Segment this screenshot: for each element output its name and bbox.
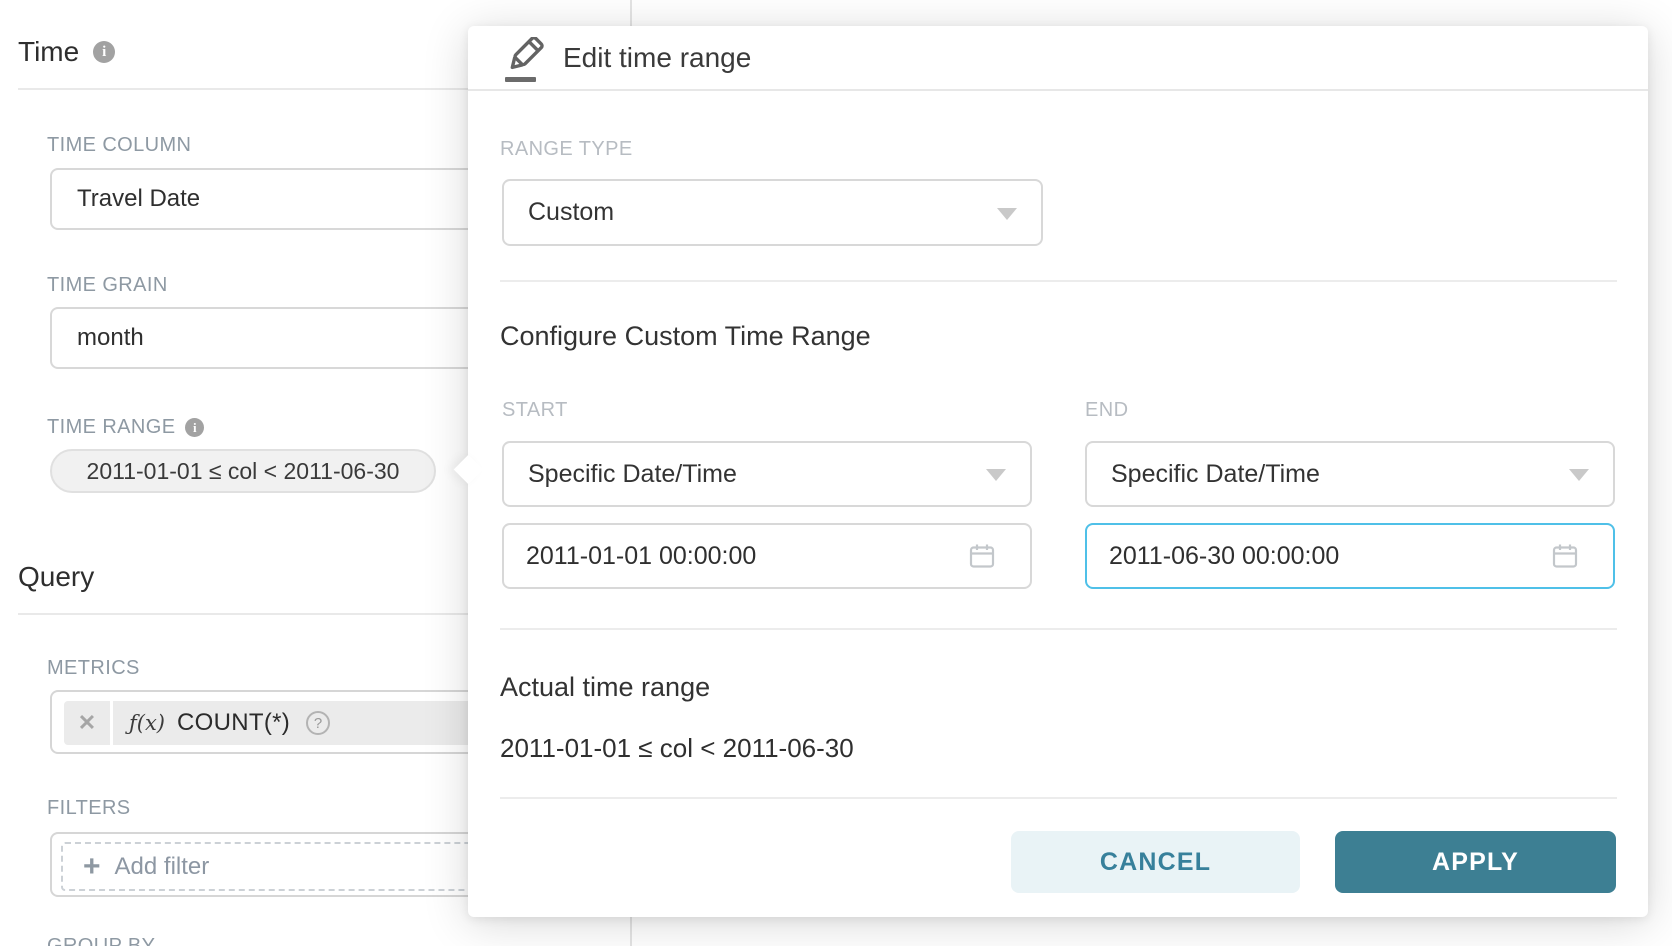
- time-range-label: TIME RANGE i: [47, 416, 204, 439]
- modal-divider: [500, 628, 1617, 630]
- cancel-button[interactable]: CANCEL: [1011, 831, 1300, 893]
- end-label: END: [1085, 399, 1128, 422]
- edit-time-range-popover: Edit time range RANGE TYPE Custom Config…: [468, 26, 1648, 917]
- time-grain-label: TIME GRAIN: [47, 274, 168, 297]
- function-icon: ƒ(x): [129, 711, 165, 735]
- group-by-label: GROUP BY: [47, 935, 155, 946]
- end-date-input[interactable]: [1087, 525, 1613, 587]
- actual-range-heading: Actual time range: [500, 672, 710, 703]
- range-type-label: RANGE TYPE: [500, 138, 633, 161]
- start-label: START: [502, 399, 568, 422]
- start-mode-select[interactable]: Specific Date/Time: [502, 441, 1032, 507]
- metric-name: COUNT(*): [177, 709, 290, 737]
- modal-divider: [500, 280, 1617, 282]
- popover-title: Edit time range: [563, 42, 751, 74]
- start-date-input[interactable]: [504, 525, 1030, 587]
- start-mode-value: Specific Date/Time: [528, 460, 737, 489]
- end-mode-select[interactable]: Specific Date/Time: [1085, 441, 1615, 507]
- add-filter-label: Add filter: [115, 853, 210, 881]
- plus-icon: +: [83, 852, 101, 882]
- time-section-heading: Time i: [18, 36, 115, 68]
- time-column-label: TIME COLUMN: [47, 134, 191, 157]
- time-range-pill-text: 2011-01-01 ≤ col < 2011-06-30: [87, 458, 400, 485]
- configure-heading: Configure Custom Time Range: [500, 321, 871, 352]
- actual-range-value: 2011-01-01 ≤ col < 2011-06-30: [500, 733, 854, 764]
- chevron-down-icon: [1569, 469, 1589, 481]
- time-range-pill[interactable]: 2011-01-01 ≤ col < 2011-06-30: [50, 449, 436, 493]
- pencil-icon: [503, 37, 545, 88]
- calendar-icon[interactable]: [1551, 542, 1579, 575]
- range-type-value: Custom: [528, 198, 614, 227]
- chevron-down-icon: [986, 469, 1006, 481]
- info-icon[interactable]: i: [185, 418, 204, 437]
- footer-divider: [500, 797, 1617, 799]
- start-date-field: [502, 523, 1032, 589]
- popover-arrow: [454, 455, 484, 485]
- explore-page: Time i TIME COLUMN Travel Date TIME GRAI…: [0, 0, 1672, 946]
- time-section-title: Time: [18, 36, 79, 68]
- end-date-field: [1085, 523, 1615, 589]
- query-section-heading: Query: [18, 561, 94, 593]
- remove-metric-icon[interactable]: ✕: [64, 710, 110, 736]
- apply-button[interactable]: APPLY: [1335, 831, 1616, 893]
- help-icon[interactable]: ?: [306, 711, 330, 735]
- time-grain-value: month: [77, 324, 144, 352]
- chevron-down-icon: [997, 208, 1017, 220]
- metrics-label: METRICS: [47, 657, 140, 680]
- calendar-icon[interactable]: [968, 542, 996, 575]
- info-icon[interactable]: i: [93, 41, 115, 63]
- chip-separator: [110, 701, 113, 745]
- time-column-value: Travel Date: [77, 185, 200, 213]
- popover-header: Edit time range: [468, 26, 1648, 91]
- range-type-select[interactable]: Custom: [502, 179, 1043, 246]
- end-mode-value: Specific Date/Time: [1111, 460, 1320, 489]
- filters-label: FILTERS: [47, 797, 131, 820]
